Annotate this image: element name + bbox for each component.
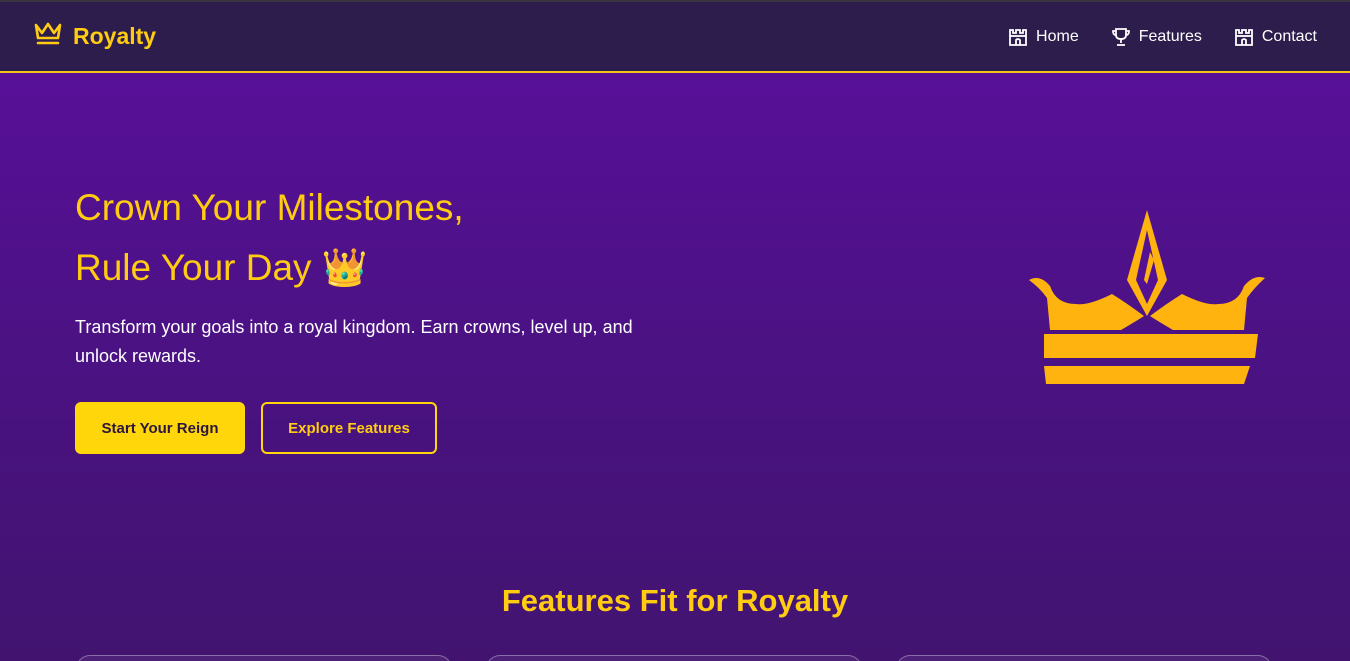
hero-title-line2: Rule Your Day bbox=[75, 247, 312, 288]
feature-card[interactable] bbox=[76, 655, 452, 661]
features-section-title: Features Fit for Royalty bbox=[501, 583, 849, 618]
castle-icon bbox=[1008, 27, 1028, 47]
brand-name: Royalty bbox=[73, 23, 157, 49]
feature-card[interactable] bbox=[486, 655, 862, 661]
hero-section: Crown Your Milestones, Rule Your Day 👑 T… bbox=[75, 178, 635, 454]
crown-emoji-icon: 👑 bbox=[321, 247, 368, 288]
hero-buttons: Start Your Reign Explore Features bbox=[75, 402, 635, 454]
nav-item-features[interactable]: Features bbox=[1111, 27, 1202, 47]
nav-item-contact[interactable]: Contact bbox=[1234, 27, 1317, 47]
main-nav: Home Features Contact bbox=[1008, 27, 1317, 47]
hero-title-line1: Crown Your Milestones, bbox=[75, 187, 464, 228]
nav-item-label: Contact bbox=[1261, 27, 1317, 45]
explore-features-button[interactable]: Explore Features bbox=[261, 402, 437, 454]
nav-item-home[interactable]: Home bbox=[1008, 27, 1079, 47]
hero-subtitle: Transform your goals into a royal kingdo… bbox=[75, 317, 633, 366]
brand-logo[interactable]: Royalty bbox=[33, 21, 156, 52]
nav-item-label: Features bbox=[1138, 27, 1202, 45]
top-navbar: Royalty Home Features Contact bbox=[0, 2, 1350, 73]
crown-outline-icon bbox=[33, 21, 63, 52]
castle-icon bbox=[1234, 27, 1254, 47]
trophy-icon bbox=[1111, 27, 1131, 47]
nav-item-label: Home bbox=[1036, 27, 1079, 45]
start-reign-button[interactable]: Start Your Reign bbox=[75, 402, 245, 454]
hero-title: Crown Your Milestones, Rule Your Day 👑 bbox=[75, 178, 635, 298]
feature-card[interactable] bbox=[896, 655, 1272, 661]
large-crown-icon bbox=[1026, 208, 1268, 395]
